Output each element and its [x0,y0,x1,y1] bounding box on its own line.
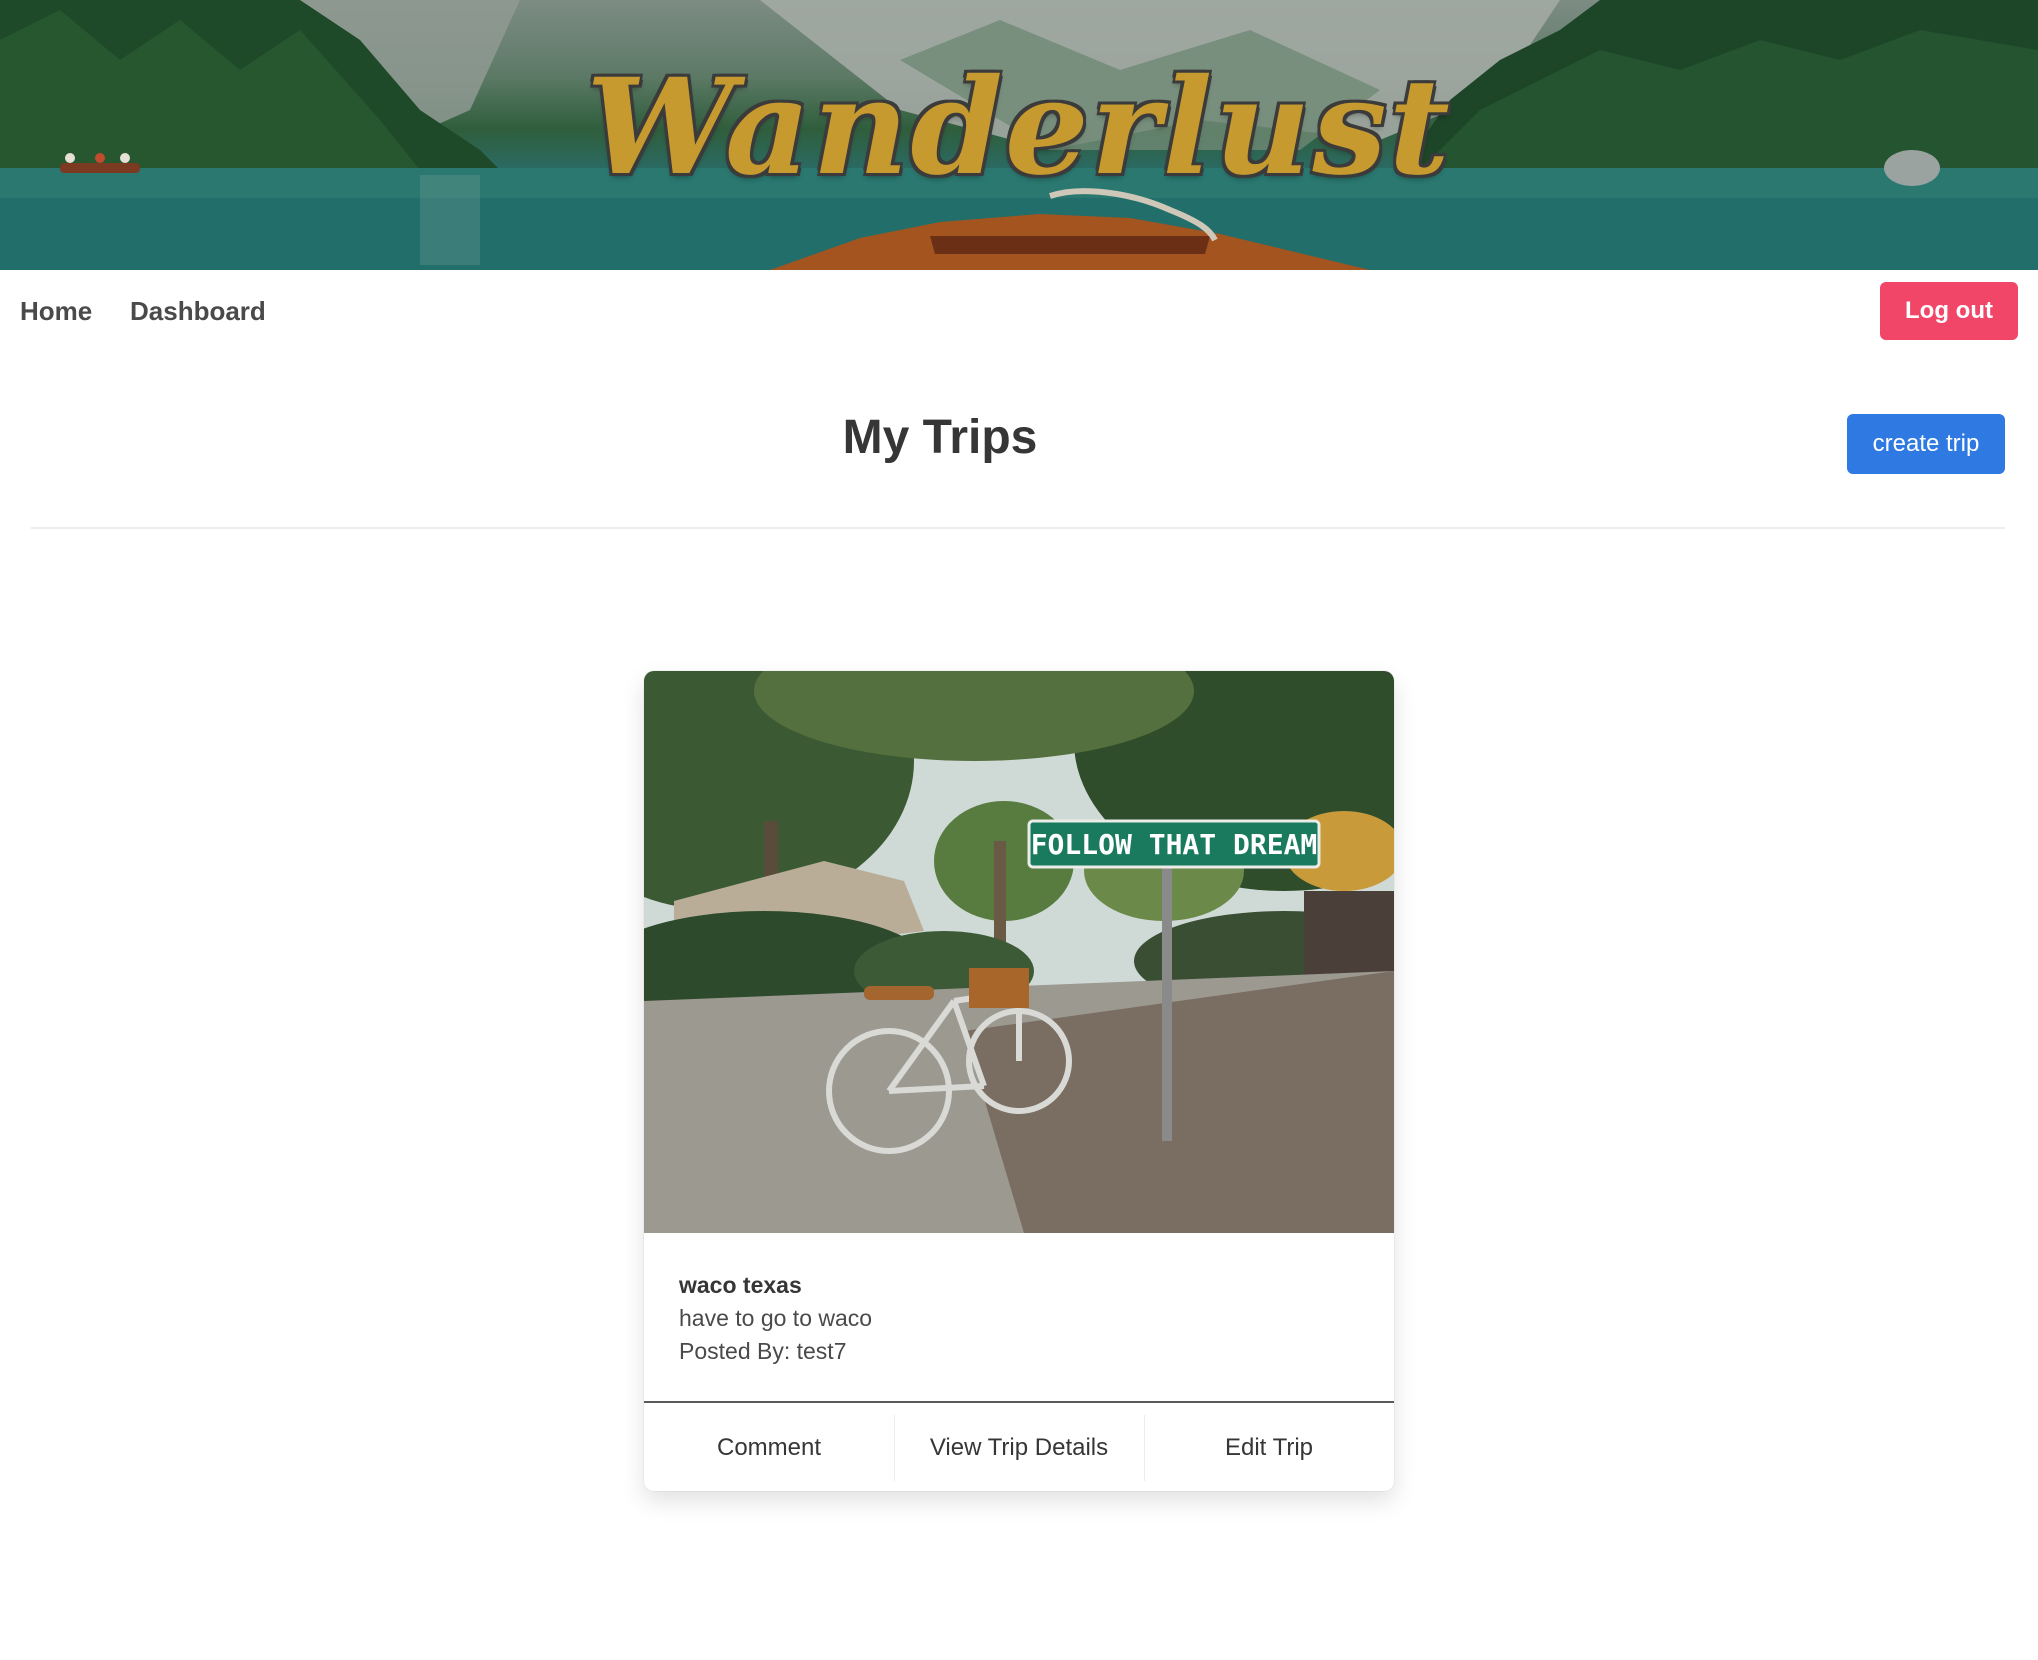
nav-dashboard-link[interactable]: Dashboard [130,296,266,327]
header-banner: Wanderlust [0,0,2038,270]
edit-trip-link[interactable]: Edit Trip [1144,1403,1394,1491]
nav-home-link[interactable]: Home [20,296,92,327]
site-logo[interactable]: Wanderlust [0,62,2038,194]
trip-author: Posted By: test7 [679,1338,847,1364]
dream-sign-text: FOLLOW THAT DREAM [1031,828,1318,861]
logout-button[interactable]: Log out [1880,282,2018,340]
trip-info: waco texas have to go to waco Posted By:… [679,1269,872,1368]
navbar: Home Dashboard Log out [0,270,2038,354]
create-trip-button[interactable]: create trip [1847,414,2005,474]
header-divider [31,527,2005,529]
trip-card: FOLLOW THAT DREAM waco texas have to go … [644,671,1394,1491]
view-trip-details-link[interactable]: View Trip Details [894,1403,1144,1491]
trip-card-footer: Comment View Trip Details Edit Trip [644,1401,1394,1491]
comment-link[interactable]: Comment [644,1403,894,1491]
trip-description: have to go to waco [679,1305,873,1331]
trip-title: waco texas [679,1272,802,1298]
page-title: My Trips [842,411,1038,464]
trip-image: FOLLOW THAT DREAM [644,671,1394,1233]
